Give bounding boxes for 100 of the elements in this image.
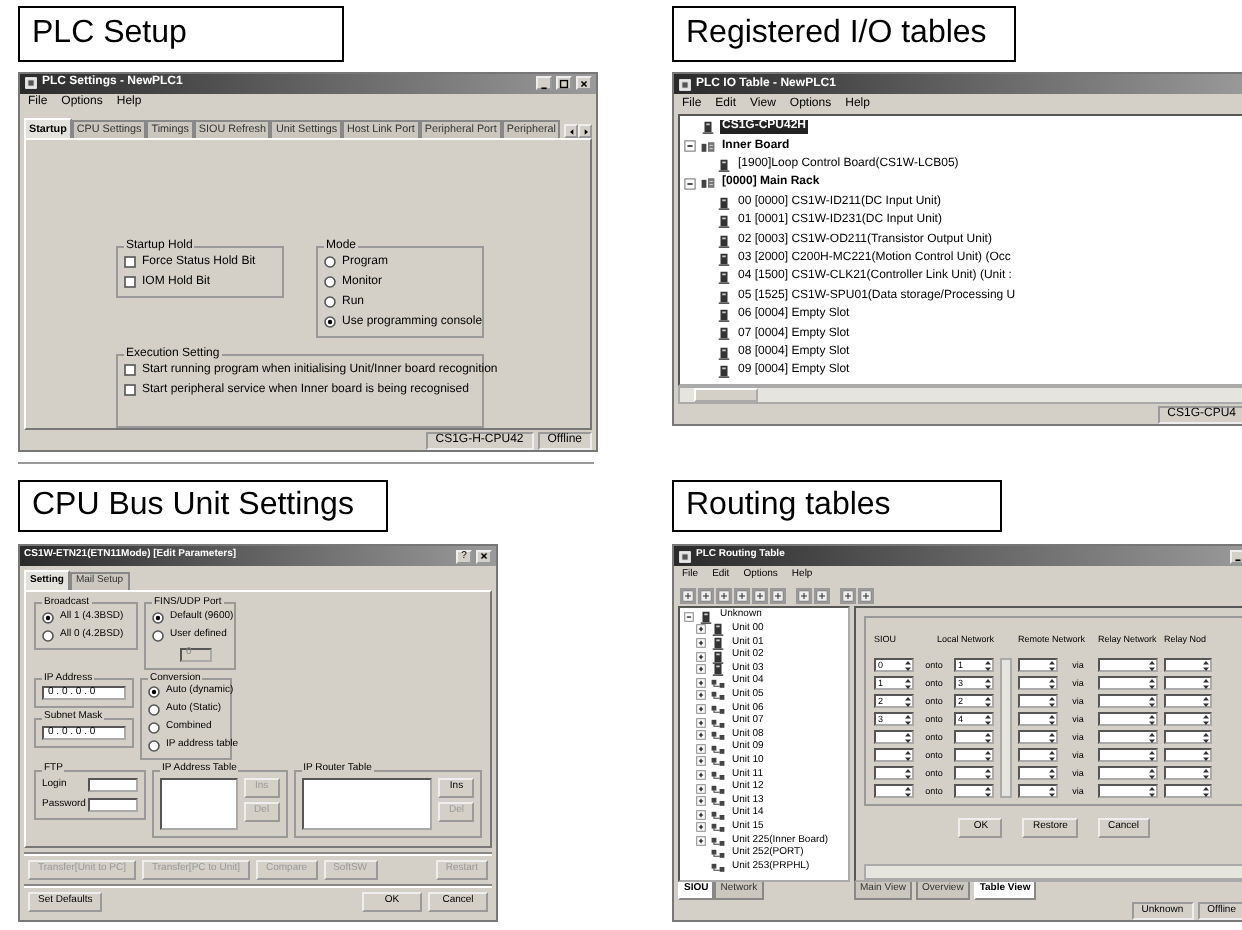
spin-arrows-icon[interactable] (1048, 767, 1056, 779)
spin-field[interactable] (1164, 694, 1212, 708)
spin-arrows-icon[interactable] (1148, 785, 1156, 797)
spin-field[interactable] (954, 766, 994, 780)
spin-arrows-icon[interactable] (1048, 785, 1056, 797)
expand-toggle-icon[interactable] (696, 796, 706, 807)
spin-field[interactable] (1098, 784, 1158, 798)
spin-arrows-icon[interactable] (1202, 749, 1210, 761)
spin-arrows-icon[interactable] (1202, 695, 1210, 707)
spin-arrows-icon[interactable] (984, 695, 992, 707)
list-box[interactable] (160, 778, 239, 830)
spin-arrows-icon[interactable] (1148, 749, 1156, 761)
scroll-right-button[interactable] (578, 124, 592, 139)
checkbox[interactable] (124, 383, 136, 396)
spin-arrows-icon[interactable] (984, 659, 992, 671)
spin-arrows-icon[interactable] (984, 731, 992, 743)
spin-arrows-icon[interactable] (984, 713, 992, 725)
close-button[interactable] (576, 76, 592, 91)
spin-field[interactable] (1098, 766, 1158, 780)
radio-button[interactable] (148, 722, 160, 735)
spin-field[interactable] (874, 784, 914, 798)
maximize-button[interactable] (556, 76, 572, 91)
horizontal-scrollbar[interactable] (864, 864, 1242, 881)
spin-field[interactable] (1164, 676, 1212, 690)
spin-arrows-icon[interactable] (1148, 713, 1156, 725)
spin-arrows-icon[interactable] (1048, 659, 1056, 671)
checkbox[interactable] (124, 276, 136, 289)
spin-arrows-icon[interactable] (1048, 749, 1056, 761)
spin-arrows-icon[interactable] (1148, 695, 1156, 707)
spin-field[interactable] (1164, 730, 1212, 744)
horizontal-scrollbar[interactable] (678, 386, 1242, 404)
spin-arrows-icon[interactable] (1202, 677, 1210, 689)
spin-arrows-icon[interactable] (1148, 677, 1156, 689)
radio-button[interactable] (152, 629, 164, 641)
radio-button[interactable] (148, 686, 160, 699)
spin-arrows-icon[interactable] (1148, 767, 1156, 779)
expand-toggle-icon[interactable] (696, 756, 706, 767)
spin-field[interactable] (1018, 694, 1058, 708)
spin-field[interactable] (1018, 730, 1058, 744)
expand-toggle-icon[interactable] (696, 769, 706, 780)
radio-button[interactable] (42, 611, 54, 623)
spin-arrows-icon[interactable] (1048, 713, 1056, 725)
spin-field[interactable] (954, 730, 994, 744)
spin-arrows-icon[interactable] (904, 731, 912, 743)
spin-arrows-icon[interactable] (904, 785, 912, 797)
spin-field[interactable] (1018, 676, 1058, 690)
input-field[interactable] (88, 778, 139, 792)
spin-field[interactable] (954, 784, 994, 798)
expand-toggle-icon[interactable] (696, 743, 706, 754)
checkbox[interactable] (124, 256, 136, 269)
spin-arrows-icon[interactable] (984, 749, 992, 761)
radio-button[interactable] (324, 296, 336, 309)
vertical-scrollbar[interactable] (1000, 658, 1012, 798)
close-button[interactable] (476, 549, 492, 563)
expand-toggle-icon[interactable] (696, 624, 706, 635)
spin-arrows-icon[interactable] (984, 677, 992, 689)
expand-toggle-icon[interactable] (696, 835, 706, 846)
radio-button[interactable] (148, 704, 160, 717)
minimize-button[interactable] (536, 76, 552, 91)
spin-field[interactable] (1164, 784, 1212, 798)
collapse-toggle-icon[interactable] (684, 611, 694, 622)
spin-arrows-icon[interactable] (904, 749, 912, 761)
expand-toggle-icon[interactable] (696, 730, 706, 741)
spin-arrows-icon[interactable] (1202, 767, 1210, 779)
spin-field[interactable] (1018, 712, 1058, 726)
scroll-left-button[interactable] (564, 124, 578, 139)
spin-field[interactable] (1098, 676, 1158, 690)
spin-field[interactable] (1018, 748, 1058, 762)
spin-field[interactable] (1164, 712, 1212, 726)
expand-toggle-icon[interactable] (696, 637, 706, 648)
spin-field[interactable] (1098, 694, 1158, 708)
spin-arrows-icon[interactable] (1148, 731, 1156, 743)
radio-button[interactable] (324, 276, 336, 289)
spin-field[interactable] (1018, 658, 1058, 672)
spin-field[interactable] (1164, 748, 1212, 762)
radio-button[interactable] (324, 316, 336, 329)
spin-arrows-icon[interactable] (1048, 677, 1056, 689)
spin-field[interactable] (1164, 658, 1212, 672)
spin-field[interactable] (874, 766, 914, 780)
collapse-toggle-icon[interactable] (684, 177, 696, 190)
radio-button[interactable] (148, 740, 160, 753)
spin-field[interactable] (874, 748, 914, 762)
spin-arrows-icon[interactable] (984, 785, 992, 797)
spin-arrows-icon[interactable] (1202, 713, 1210, 725)
spin-field[interactable] (1018, 784, 1058, 798)
expand-toggle-icon[interactable] (696, 783, 706, 794)
spin-arrows-icon[interactable] (1202, 785, 1210, 797)
collapse-toggle-icon[interactable] (684, 140, 696, 153)
spin-field[interactable] (1098, 748, 1158, 762)
spin-arrows-icon[interactable] (1202, 659, 1210, 671)
expand-toggle-icon[interactable] (696, 677, 706, 688)
list-box[interactable] (301, 778, 433, 830)
spin-field[interactable] (1098, 730, 1158, 744)
minimize-button[interactable] (1230, 549, 1242, 563)
spin-arrows-icon[interactable] (984, 767, 992, 779)
spin-arrows-icon[interactable] (904, 659, 912, 671)
radio-button[interactable] (42, 629, 54, 641)
expand-toggle-icon[interactable] (696, 703, 706, 714)
expand-toggle-icon[interactable] (696, 664, 706, 675)
spin-arrows-icon[interactable] (904, 767, 912, 779)
